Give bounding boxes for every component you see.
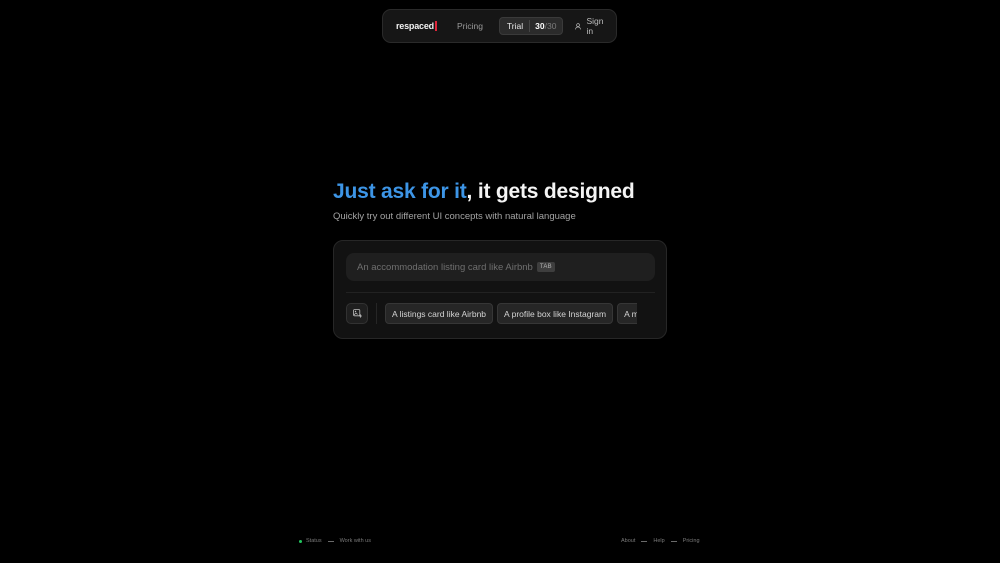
footer-pricing-link[interactable]: Pricing: [683, 538, 700, 544]
sign-in-button[interactable]: Sign in: [575, 16, 606, 36]
logo[interactable]: respaced: [396, 21, 437, 31]
status-indicator-dot: [299, 539, 302, 543]
footer-help-link[interactable]: Help: [653, 538, 664, 544]
card-divider: [346, 292, 655, 293]
image-upload-button[interactable]: [346, 303, 368, 324]
vertical-divider: [376, 303, 377, 324]
logo-accent-bar: [434, 21, 437, 31]
prompt-card: An accommodation listing card like Airbn…: [333, 240, 667, 339]
trial-used-count: 30: [535, 21, 545, 31]
suggestion-chip[interactable]: A music: [617, 303, 637, 324]
suggestion-list: A listings card like Airbnb A profile bo…: [385, 303, 637, 324]
user-icon: [575, 22, 582, 29]
footer-right: About Help Pricing: [621, 538, 700, 544]
headline-accent: Just ask for it: [333, 180, 467, 203]
logo-text: respaced: [396, 21, 434, 31]
trial-credits-badge[interactable]: Trial 30 /30: [498, 17, 564, 35]
image-upload-icon: [352, 309, 362, 318]
page: respaced Pricing Trial 30 /30 Sign in Ju…: [0, 0, 1000, 563]
footer-dash: [670, 540, 677, 542]
footer-work-with-us-link[interactable]: Work with us: [340, 538, 371, 544]
footer-status-link[interactable]: Status: [306, 538, 322, 544]
tab-key-hint: TAB: [536, 262, 555, 272]
page-subtitle: Quickly try out different UI concepts wi…: [333, 211, 576, 222]
trial-total-count: /30: [544, 21, 557, 31]
page-title: Just ask for it, it gets designed: [333, 180, 635, 204]
sign-in-label: Sign in: [586, 16, 604, 36]
nav-pricing-link[interactable]: Pricing: [457, 21, 483, 31]
footer-about-link[interactable]: About: [621, 538, 635, 544]
footer-dash: [641, 540, 648, 542]
suggestion-chip[interactable]: A listings card like Airbnb: [385, 303, 494, 324]
headline-rest: , it gets designed: [466, 180, 635, 203]
suggestion-chip[interactable]: A profile box like Instagram: [497, 303, 614, 324]
trial-label: Trial: [506, 21, 524, 31]
footer-left: Status Work with us: [299, 538, 371, 544]
trial-separator: [529, 20, 531, 32]
footer-dash: [327, 540, 334, 542]
top-nav: respaced Pricing Trial 30 /30 Sign in: [382, 9, 617, 43]
prompt-input[interactable]: An accommodation listing card like Airbn…: [346, 253, 655, 281]
prompt-placeholder: An accommodation listing card like Airbn…: [357, 261, 533, 273]
